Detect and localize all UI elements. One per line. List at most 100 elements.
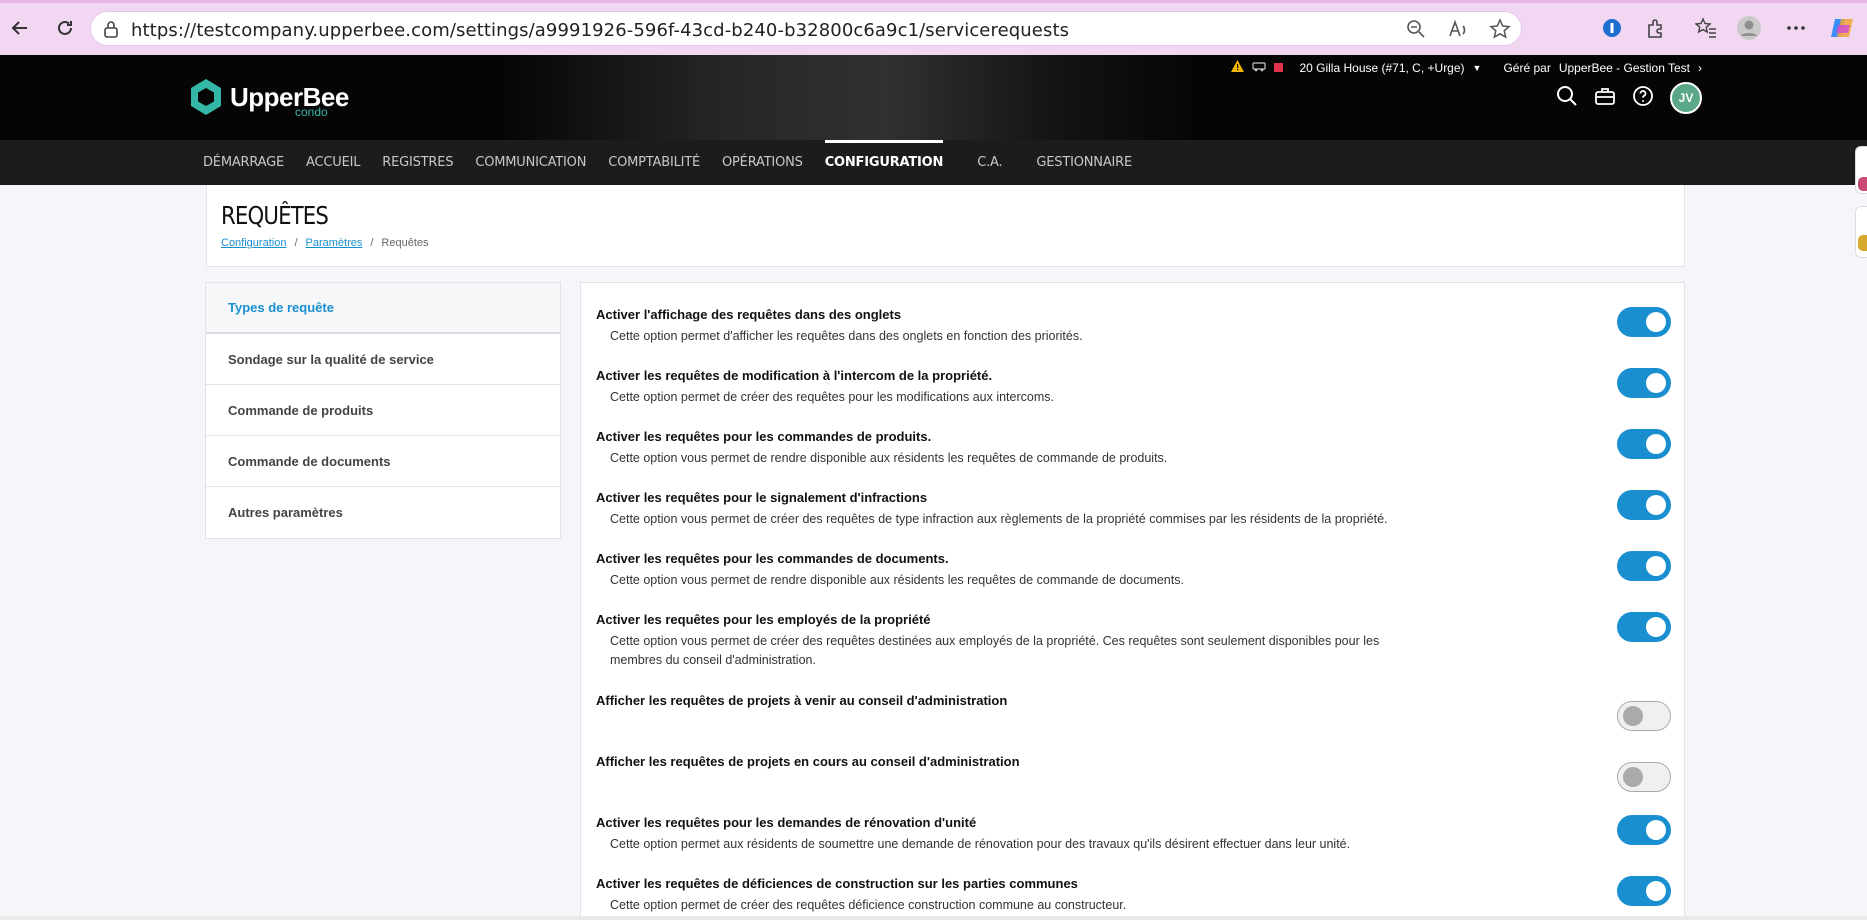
setting-toggle[interactable] (1617, 815, 1671, 845)
nav-item-demarrage[interactable]: Démarrage (203, 140, 284, 185)
side-panel-dot-icon (1858, 177, 1867, 191)
settings-sidebar: Types de requête Sondage sur la qualité … (205, 282, 561, 539)
zoom-out-icon[interactable] (1405, 18, 1427, 45)
sidebar-item-commande-produits[interactable]: Commande de produits (206, 385, 560, 436)
setting-toggle[interactable] (1617, 762, 1671, 792)
breadcrumb-configuration[interactable]: Configuration (221, 237, 286, 249)
nav-item-accueil[interactable]: Accueil (306, 140, 360, 185)
copilot-icon[interactable] (1826, 12, 1858, 44)
setting-toggle[interactable] (1617, 551, 1671, 581)
password-manager-icon[interactable] (1596, 12, 1628, 44)
side-panel-tab[interactable] (1855, 146, 1867, 194)
setting-row: Activer les requêtes pour le signalement… (596, 490, 1671, 529)
favorite-star-icon[interactable] (1489, 18, 1511, 45)
setting-row: Activer les requêtes pour les employés d… (596, 612, 1671, 670)
help-icon[interactable] (1632, 85, 1654, 112)
more-menu-icon[interactable] (1780, 12, 1812, 44)
chevron-right-icon[interactable]: › (1698, 61, 1702, 75)
setting-description: Cette option vous permet de rendre dispo… (610, 573, 1184, 587)
setting-row: Activer l'affichage des requêtes dans de… (596, 307, 1671, 346)
setting-title: Activer les requêtes pour les employés d… (596, 612, 931, 627)
setting-toggle[interactable] (1617, 368, 1671, 398)
setting-toggle[interactable] (1617, 701, 1671, 731)
setting-description: Cette option vous permet de créer des re… (610, 634, 1380, 667)
header-actions: JV (1556, 82, 1702, 114)
main-navigation: Démarrage Accueil Registres Communicatio… (0, 140, 1867, 185)
toggle-knob (1646, 881, 1666, 901)
managed-by-label: Géré par (1503, 60, 1551, 75)
breadcrumb-parametres[interactable]: Paramètres (306, 237, 363, 249)
property-selector[interactable]: 20 Gilla House (#71, C, +Urge) (1299, 61, 1464, 75)
nav-item-communication[interactable]: Communication (475, 140, 586, 185)
setting-row: Afficher les requêtes de projets en cour… (596, 754, 1671, 792)
favorites-icon[interactable] (1690, 12, 1722, 44)
nav-item-operations[interactable]: Opérations (722, 140, 803, 185)
toggle-knob (1623, 767, 1643, 787)
nav-item-ca[interactable]: C.A. (977, 140, 1002, 185)
toggle-knob (1646, 312, 1666, 332)
setting-row: Activer les requêtes pour les commandes … (596, 551, 1671, 590)
sidebar-item-types-de-requete[interactable]: Types de requête (206, 283, 560, 334)
managed-by-link[interactable]: UpperBee - Gestion Test (1559, 61, 1690, 75)
logo-text: UpperBee (230, 82, 349, 112)
toggle-knob (1646, 556, 1666, 576)
setting-row: Afficher les requêtes de projets à venir… (596, 693, 1671, 731)
nav-item-registres[interactable]: Registres (382, 140, 453, 185)
setting-toggle[interactable] (1617, 612, 1671, 642)
setting-description: Cette option permet de créer des requête… (610, 898, 1127, 912)
toggle-knob (1646, 495, 1666, 515)
sidebar-item-commande-documents[interactable]: Commande de documents (206, 436, 560, 487)
breadcrumb: Configuration / Paramètres / Requêtes (221, 237, 429, 249)
setting-title: Activer l'affichage des requêtes dans de… (596, 307, 902, 322)
setting-toggle[interactable] (1617, 490, 1671, 520)
profile-icon[interactable] (1733, 12, 1765, 44)
browser-tab-strip (0, 0, 1867, 3)
alert-square-icon[interactable] (1274, 63, 1284, 72)
setting-toggle[interactable] (1617, 307, 1671, 337)
hexagon-logo-icon (191, 79, 221, 115)
sidebar-item-sondage[interactable]: Sondage sur la qualité de service (206, 334, 560, 385)
breadcrumb-separator: / (294, 237, 298, 249)
page-bottom-edge (0, 916, 1867, 920)
setting-description: Cette option vous permet de rendre dispo… (610, 451, 1168, 465)
extensions-icon[interactable] (1640, 12, 1672, 44)
browser-toolbar: https://testcompany.upperbee.com/setting… (0, 0, 1867, 55)
setting-title: Activer les requêtes de déficiences de c… (596, 876, 1078, 891)
back-icon[interactable] (4, 12, 36, 44)
setting-toggle[interactable] (1617, 876, 1671, 906)
search-icon[interactable] (1556, 85, 1578, 112)
breadcrumb-separator: / (370, 237, 374, 249)
setting-title: Activer les requêtes pour les commandes … (596, 551, 949, 566)
refresh-icon[interactable] (49, 12, 81, 44)
setting-description: Cette option vous permet de créer des re… (610, 512, 1388, 526)
setting-row: Activer les requêtes de modification à l… (596, 368, 1671, 407)
toolbox-icon[interactable] (1594, 85, 1616, 112)
header-background-image (500, 55, 1200, 140)
side-panel-tab[interactable] (1855, 206, 1867, 258)
settings-panel: Activer l'affichage des requêtes dans de… (580, 282, 1685, 920)
read-aloud-icon[interactable] (1447, 18, 1469, 45)
setting-title: Afficher les requêtes de projets à venir… (596, 693, 1008, 708)
url-text[interactable]: https://testcompany.upperbee.com/setting… (131, 20, 1069, 41)
warning-icon[interactable] (1231, 60, 1245, 75)
sidebar-item-autres-parametres[interactable]: Autres paramètres (206, 487, 560, 538)
breadcrumb-current: Requêtes (381, 237, 429, 249)
vehicle-icon[interactable] (1252, 60, 1267, 75)
user-avatar[interactable]: JV (1670, 82, 1702, 114)
setting-description: Cette option permet de créer des requête… (610, 390, 1054, 404)
chevron-down-icon[interactable]: ▼ (1473, 63, 1482, 73)
side-panel-dot-icon (1858, 235, 1867, 251)
setting-description: Cette option permet d'afficher les requê… (610, 329, 1083, 343)
toggle-knob (1623, 706, 1643, 726)
app-header: UpperBee condo 20 Gilla House (#71, C, +… (0, 55, 1867, 140)
lock-icon (103, 20, 119, 43)
nav-item-configuration[interactable]: Configuration (824, 140, 943, 185)
nav-item-comptabilite[interactable]: Comptabilité (608, 140, 700, 185)
setting-row: Activer les requêtes de déficiences de c… (596, 876, 1671, 915)
setting-row: Activer les requêtes pour les commandes … (596, 429, 1671, 468)
nav-item-gestionnaire[interactable]: Gestionnaire (1036, 140, 1132, 185)
toggle-knob (1646, 820, 1666, 840)
property-info: 20 Gilla House (#71, C, +Urge) ▼ Géré pa… (1231, 60, 1702, 75)
setting-toggle[interactable] (1617, 429, 1671, 459)
address-bar[interactable]: https://testcompany.upperbee.com/setting… (90, 11, 1522, 46)
